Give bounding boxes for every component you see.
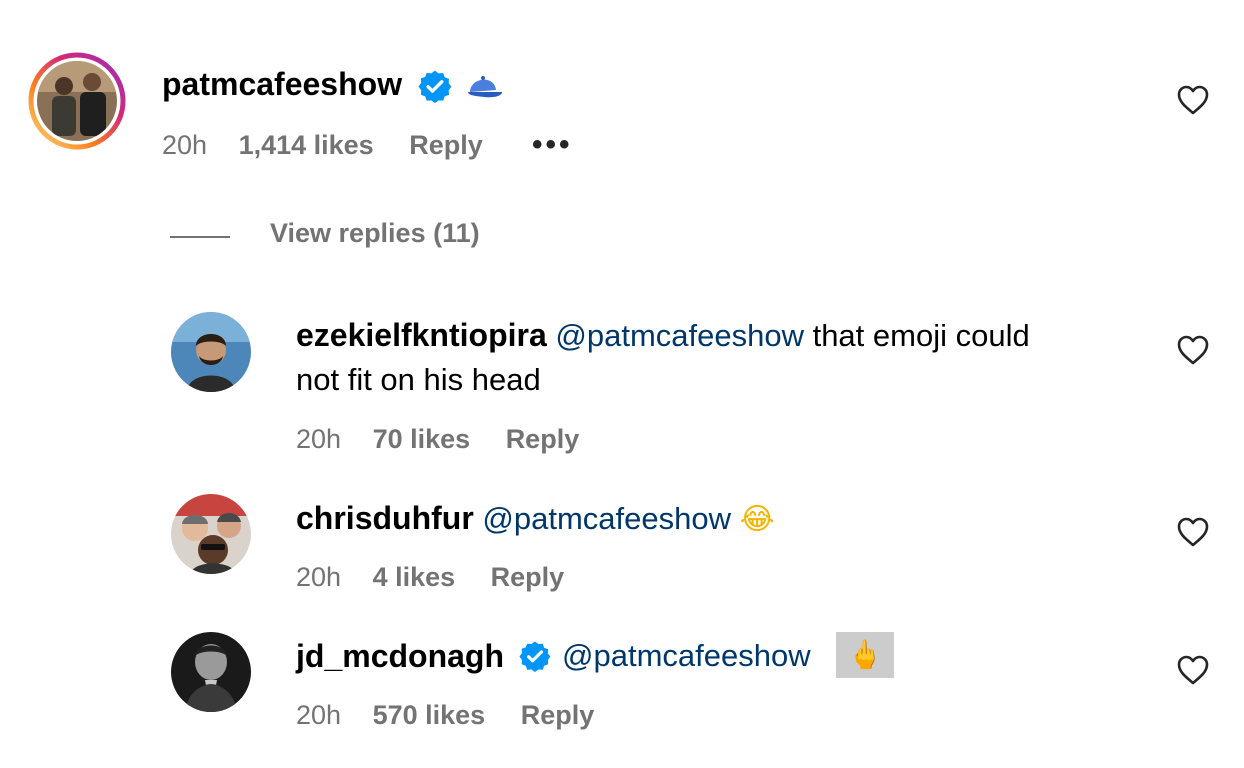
like-heart-icon[interactable] xyxy=(1176,334,1210,366)
comment-meta: 20h 4 likes Reply xyxy=(296,562,564,593)
comment-text-line2: not fit on his head xyxy=(296,362,541,397)
like-heart-icon[interactable] xyxy=(1176,654,1210,686)
like-count[interactable]: 1,414 likes xyxy=(239,130,374,161)
comment-text-line1: that emoji could xyxy=(803,318,1030,353)
view-replies-divider xyxy=(170,236,230,238)
middle-finger-emoji: 🖕 xyxy=(847,638,883,671)
comment-time: 20h xyxy=(162,130,208,160)
comment-meta: 20h 70 likes Reply xyxy=(296,424,579,455)
like-heart-icon[interactable] xyxy=(1176,516,1210,548)
comment-meta: 20h 570 likes Reply xyxy=(296,700,594,731)
like-heart-icon[interactable] xyxy=(1176,84,1210,116)
comment-username[interactable]: jd_mcdonagh xyxy=(296,638,504,674)
reply-button[interactable]: Reply xyxy=(409,130,483,161)
comment-time: 20h xyxy=(296,700,342,730)
comment-mention-row: @patmcafeeshow xyxy=(562,634,811,678)
comment-username[interactable]: chrisduhfur xyxy=(296,500,474,536)
comment-meta: 20h 1,414 likes Reply xyxy=(162,130,483,161)
like-count[interactable]: 70 likes xyxy=(373,424,471,455)
emoji-placeholder: 🖕 xyxy=(836,632,894,678)
reply-button[interactable]: Reply xyxy=(521,700,595,731)
comment-body: ezekielfkntiopira @patmcafeeshow that em… xyxy=(296,313,1146,402)
comment-time: 20h xyxy=(296,424,342,454)
comment-body: chrisduhfur @patmcafeeshow 😂 xyxy=(296,496,1146,542)
comment-username[interactable]: ezekielfkntiopira xyxy=(296,317,547,353)
username-text[interactable]: patmcafeeshow xyxy=(162,66,402,102)
avatar-chrisduhfur[interactable] xyxy=(171,494,251,574)
comments-panel: patmcafeeshow 20h 1,414 likes Reply ••• … xyxy=(0,0,1244,768)
avatar-patmcafeeshow[interactable] xyxy=(28,52,126,150)
laughing-emoji: 😂 xyxy=(739,502,775,537)
mention-link[interactable]: @patmcafeeshow xyxy=(562,638,811,673)
verified-badge-icon xyxy=(519,641,551,672)
mention-link[interactable]: @patmcafeeshow xyxy=(555,318,804,353)
comment-username[interactable]: patmcafeeshow xyxy=(162,66,402,103)
avatar-ezekielfkntiopira[interactable] xyxy=(171,312,251,392)
like-count[interactable]: 570 likes xyxy=(373,700,486,731)
more-options-icon[interactable]: ••• xyxy=(532,128,573,162)
comment-time: 20h xyxy=(296,562,342,592)
mention-link[interactable]: @patmcafeeshow xyxy=(482,501,731,536)
reply-button[interactable]: Reply xyxy=(506,424,580,455)
verified-badge-icon xyxy=(418,70,452,103)
reply-button[interactable]: Reply xyxy=(491,562,565,593)
view-replies-button[interactable]: View replies (11) xyxy=(270,218,480,249)
avatar-jd_mcdonagh[interactable] xyxy=(171,632,251,712)
like-count[interactable]: 4 likes xyxy=(373,562,456,593)
blue-cap-icon xyxy=(468,76,502,98)
